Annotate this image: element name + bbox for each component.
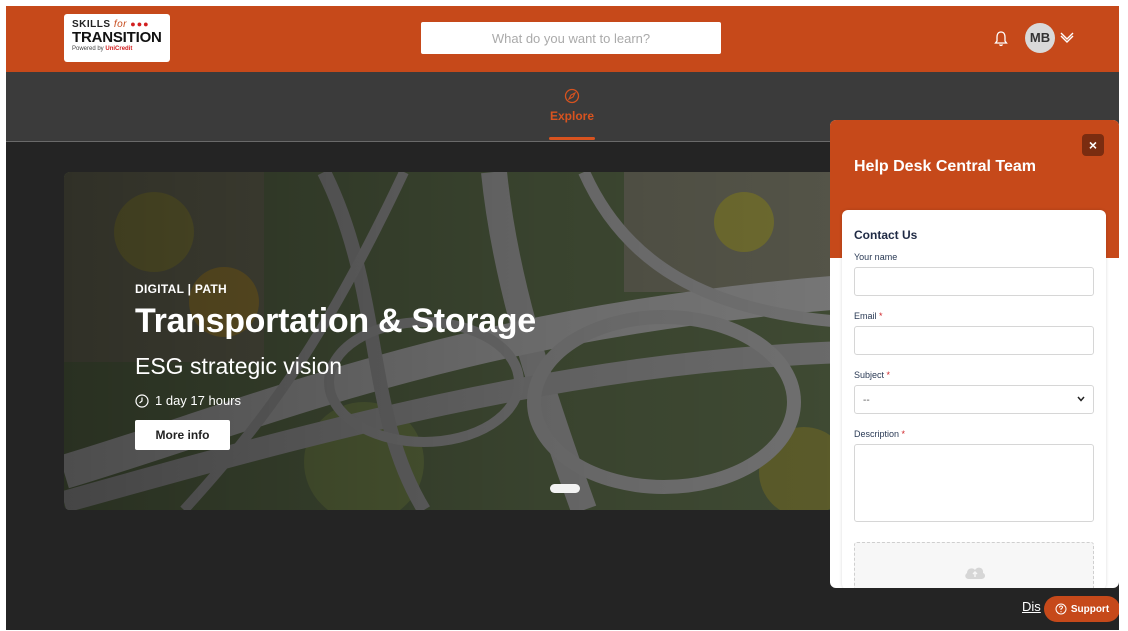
top-header: SKILLS for ●●● TRANSITION Powered by Uni… [6, 6, 1119, 72]
support-button[interactable]: Support [1044, 596, 1119, 622]
name-field[interactable] [854, 267, 1094, 296]
subject-value: -- [863, 395, 870, 406]
hero-category: DIGITAL | PATH [135, 282, 227, 296]
disclaimer-link[interactable]: Dis [1022, 599, 1041, 614]
description-field[interactable] [854, 444, 1094, 522]
chevron-down-icon[interactable] [1060, 31, 1074, 43]
hero-duration-text: 1 day 17 hours [155, 393, 242, 408]
bell-icon[interactable] [993, 30, 1009, 48]
subject-select[interactable]: -- [854, 385, 1094, 414]
carousel-indicator[interactable] [550, 484, 580, 493]
hero-duration: 1 day 17 hours [135, 393, 536, 408]
more-info-button[interactable]: More info [135, 420, 230, 450]
tab-explore-label: Explore [549, 109, 594, 123]
subject-label: Subject * [854, 370, 891, 380]
logo-dots: ●●● [130, 19, 150, 29]
logo-transition: TRANSITION [72, 29, 162, 46]
hero-subtitle: ESG strategic vision [135, 353, 343, 379]
search-input[interactable] [421, 22, 721, 54]
skills-for-transition-logo[interactable]: SKILLS for ●●● TRANSITION Powered by Uni… [64, 14, 170, 62]
email-field[interactable] [854, 326, 1094, 355]
hero-banner[interactable]: DIGITAL | PATH Transportation & Storage … [64, 172, 844, 510]
clock-icon [135, 393, 149, 408]
hero-title: Transportation & Storage [135, 302, 536, 340]
help-desk-panel: Help Desk Central Team × Contact Us Your… [830, 120, 1119, 588]
help-panel-title: Help Desk Central Team [854, 158, 1036, 175]
file-upload-dropzone[interactable] [854, 542, 1094, 588]
compass-icon [564, 88, 580, 104]
contact-form: Contact Us Your name Email * Subject * -… [842, 210, 1106, 588]
question-circle-icon [1055, 603, 1067, 615]
name-label: Your name [854, 252, 898, 262]
description-label: Description * [854, 429, 906, 439]
logo-powered-by: Powered by [72, 46, 104, 52]
tab-explore[interactable]: Explore [546, 88, 598, 142]
chevron-down-icon [1077, 396, 1085, 402]
cloud-upload-icon [965, 567, 986, 579]
support-label: Support [1070, 603, 1110, 615]
contact-form-title: Contact Us [854, 228, 918, 242]
avatar[interactable]: MB [1025, 23, 1055, 53]
email-label: Email * [854, 311, 883, 321]
hero-content: DIGITAL | PATH Transportation & Storage … [135, 282, 536, 450]
logo-unicredit: UniCredit [105, 46, 133, 52]
app-frame: SKILLS for ●●● TRANSITION Powered by Uni… [6, 6, 1119, 630]
active-tab-indicator [549, 137, 595, 140]
close-button[interactable]: × [1082, 134, 1104, 156]
